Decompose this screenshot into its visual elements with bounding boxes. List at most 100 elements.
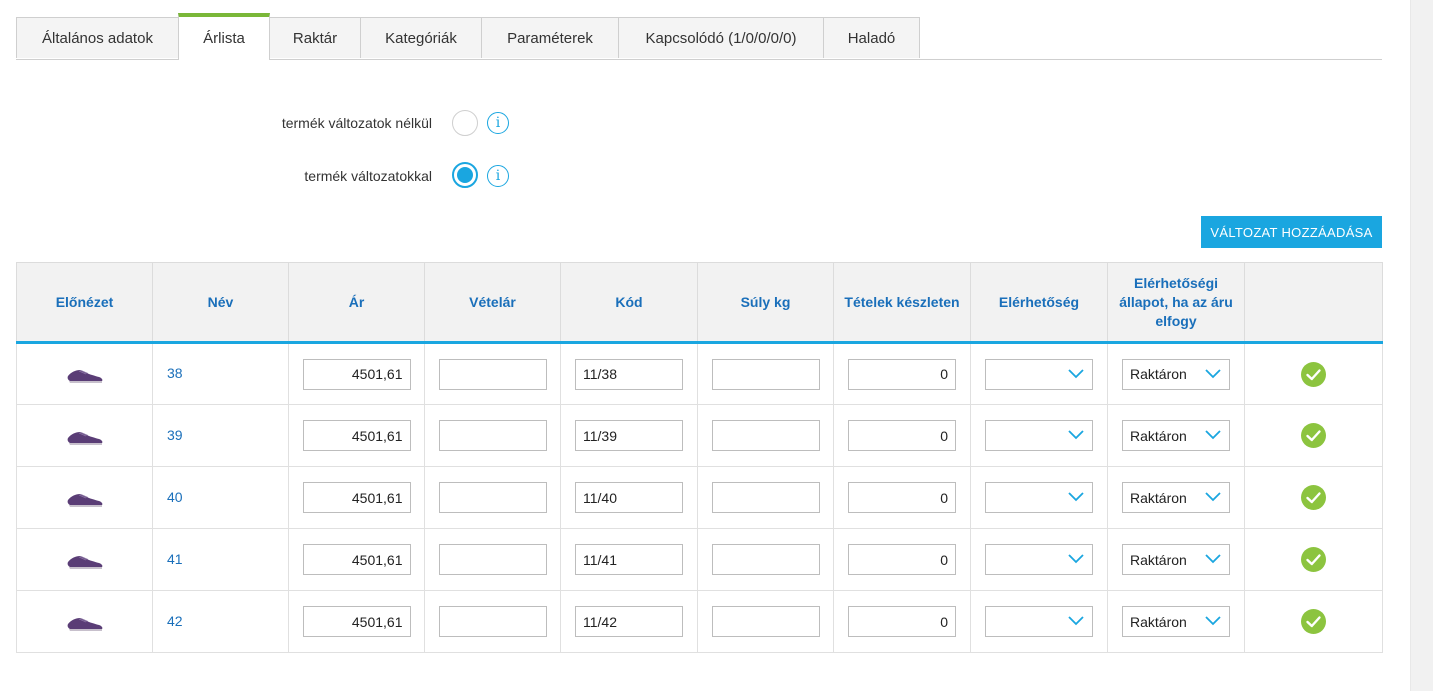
table-row: 39 Raktáron bbox=[16, 404, 1383, 467]
chevron-down-icon bbox=[1068, 430, 1084, 440]
purchase-price-input[interactable] bbox=[438, 482, 547, 513]
chevron-down-icon bbox=[1205, 368, 1221, 378]
weight-cell bbox=[697, 404, 834, 467]
weight-input[interactable] bbox=[711, 420, 820, 451]
out-of-stock-status-value: Raktáron bbox=[1130, 366, 1187, 382]
price-cell bbox=[288, 528, 425, 591]
variant-name-link[interactable]: 38 bbox=[167, 365, 183, 381]
weight-input[interactable] bbox=[711, 482, 820, 513]
out-of-stock-status-select[interactable]: Raktáron bbox=[1122, 544, 1230, 575]
availability-select[interactable] bbox=[985, 420, 1093, 451]
status-cell bbox=[1244, 466, 1383, 529]
weight-input[interactable] bbox=[711, 358, 820, 390]
weight-input[interactable] bbox=[711, 606, 820, 637]
stock-input[interactable] bbox=[848, 544, 956, 575]
price-input[interactable] bbox=[302, 606, 411, 637]
purchase-price-cell bbox=[424, 590, 561, 653]
tab-bar: Általános adatok Árlista Raktár Kategóri… bbox=[16, 13, 1382, 60]
out-of-stock-status-select[interactable]: Raktáron bbox=[1122, 482, 1230, 513]
tab-categories[interactable]: Kategóriák bbox=[360, 17, 482, 58]
availability-select[interactable] bbox=[985, 606, 1093, 637]
name-cell: 38 bbox=[152, 342, 289, 405]
stock-cell bbox=[833, 404, 971, 467]
purchase-price-input[interactable] bbox=[438, 606, 547, 637]
variant-name-link[interactable]: 42 bbox=[167, 613, 183, 629]
code-input[interactable] bbox=[575, 606, 683, 637]
preview-cell bbox=[16, 342, 153, 405]
stock-cell bbox=[833, 342, 971, 405]
availability-select[interactable] bbox=[985, 544, 1093, 575]
chevron-down-icon bbox=[1068, 368, 1084, 378]
price-cell bbox=[288, 404, 425, 467]
name-cell: 41 bbox=[152, 528, 289, 591]
add-variant-button[interactable]: VÁLTOZAT HOZZÁADÁSA bbox=[1201, 216, 1382, 248]
purchase-price-input[interactable] bbox=[438, 420, 547, 451]
tab-related[interactable]: Kapcsolódó (1/0/0/0/0) bbox=[618, 17, 824, 58]
availability-cell bbox=[970, 342, 1108, 405]
status-cell bbox=[1244, 528, 1383, 591]
preview-cell bbox=[16, 404, 153, 467]
shoe-thumbnail[interactable] bbox=[65, 485, 105, 511]
shoe-thumbnail[interactable] bbox=[65, 609, 105, 635]
out-of-stock-status-cell: Raktáron bbox=[1107, 528, 1245, 591]
variant-name-link[interactable]: 39 bbox=[167, 427, 183, 443]
price-cell bbox=[288, 590, 425, 653]
price-input[interactable] bbox=[302, 420, 411, 451]
price-input[interactable] bbox=[302, 482, 411, 513]
radio-without-variants[interactable] bbox=[452, 110, 478, 136]
purchase-price-input[interactable] bbox=[438, 358, 547, 390]
code-input[interactable] bbox=[575, 482, 683, 513]
variant-name-link[interactable]: 41 bbox=[167, 551, 183, 567]
tab-price-list[interactable]: Árlista bbox=[178, 13, 270, 60]
availability-select[interactable] bbox=[985, 358, 1093, 390]
price-input[interactable] bbox=[302, 358, 411, 390]
table-row: 42 Raktáron bbox=[16, 590, 1383, 653]
stock-input[interactable] bbox=[848, 482, 956, 513]
code-cell bbox=[560, 404, 698, 467]
stock-input[interactable] bbox=[848, 606, 956, 637]
variant-table: Előnézet Név Ár Vételár Kód Súly kg Téte… bbox=[16, 262, 1383, 653]
price-cell bbox=[288, 342, 425, 405]
header-code: Kód bbox=[560, 262, 698, 344]
code-input[interactable] bbox=[575, 420, 683, 451]
tab-advanced[interactable]: Haladó bbox=[823, 17, 920, 58]
stock-input[interactable] bbox=[848, 420, 956, 451]
purchase-price-input[interactable] bbox=[438, 544, 547, 575]
code-input[interactable] bbox=[575, 358, 683, 390]
out-of-stock-status-select[interactable]: Raktáron bbox=[1122, 606, 1230, 637]
shoe-thumbnail[interactable] bbox=[65, 423, 105, 449]
weight-cell bbox=[697, 342, 834, 405]
stock-cell bbox=[833, 590, 971, 653]
availability-select[interactable] bbox=[985, 482, 1093, 513]
stock-cell bbox=[833, 466, 971, 529]
out-of-stock-status-select[interactable]: Raktáron bbox=[1122, 358, 1230, 390]
option-without-variants: termék változatok nélkül bbox=[0, 108, 432, 138]
code-input[interactable] bbox=[575, 544, 683, 575]
tab-stock[interactable]: Raktár bbox=[269, 17, 361, 58]
availability-cell bbox=[970, 404, 1108, 467]
page-scrollbar[interactable] bbox=[1410, 0, 1433, 691]
shoe-thumbnail[interactable] bbox=[65, 361, 105, 387]
weight-input[interactable] bbox=[711, 544, 820, 575]
out-of-stock-status-cell: Raktáron bbox=[1107, 404, 1245, 467]
weight-cell bbox=[697, 466, 834, 529]
preview-cell bbox=[16, 590, 153, 653]
price-input[interactable] bbox=[302, 544, 411, 575]
shoe-thumbnail[interactable] bbox=[65, 547, 105, 573]
header-purchase-price: Vételár bbox=[424, 262, 561, 344]
radio-with-variants[interactable] bbox=[452, 162, 478, 188]
chevron-down-icon bbox=[1205, 616, 1221, 626]
out-of-stock-status-value: Raktáron bbox=[1130, 613, 1187, 630]
info-icon[interactable]: i bbox=[487, 165, 509, 187]
out-of-stock-status-cell: Raktáron bbox=[1107, 466, 1245, 529]
purchase-price-cell bbox=[424, 466, 561, 529]
tab-general[interactable]: Általános adatok bbox=[16, 17, 179, 58]
info-icon[interactable]: i bbox=[487, 112, 509, 134]
out-of-stock-status-select[interactable]: Raktáron bbox=[1122, 420, 1230, 451]
stock-input[interactable] bbox=[848, 358, 956, 390]
tab-parameters[interactable]: Paraméterek bbox=[481, 17, 619, 58]
variant-name-link[interactable]: 40 bbox=[167, 489, 183, 505]
check-circle-icon bbox=[1301, 547, 1326, 572]
header-availability: Elérhetőség bbox=[970, 262, 1108, 344]
chevron-down-icon bbox=[1068, 554, 1084, 564]
